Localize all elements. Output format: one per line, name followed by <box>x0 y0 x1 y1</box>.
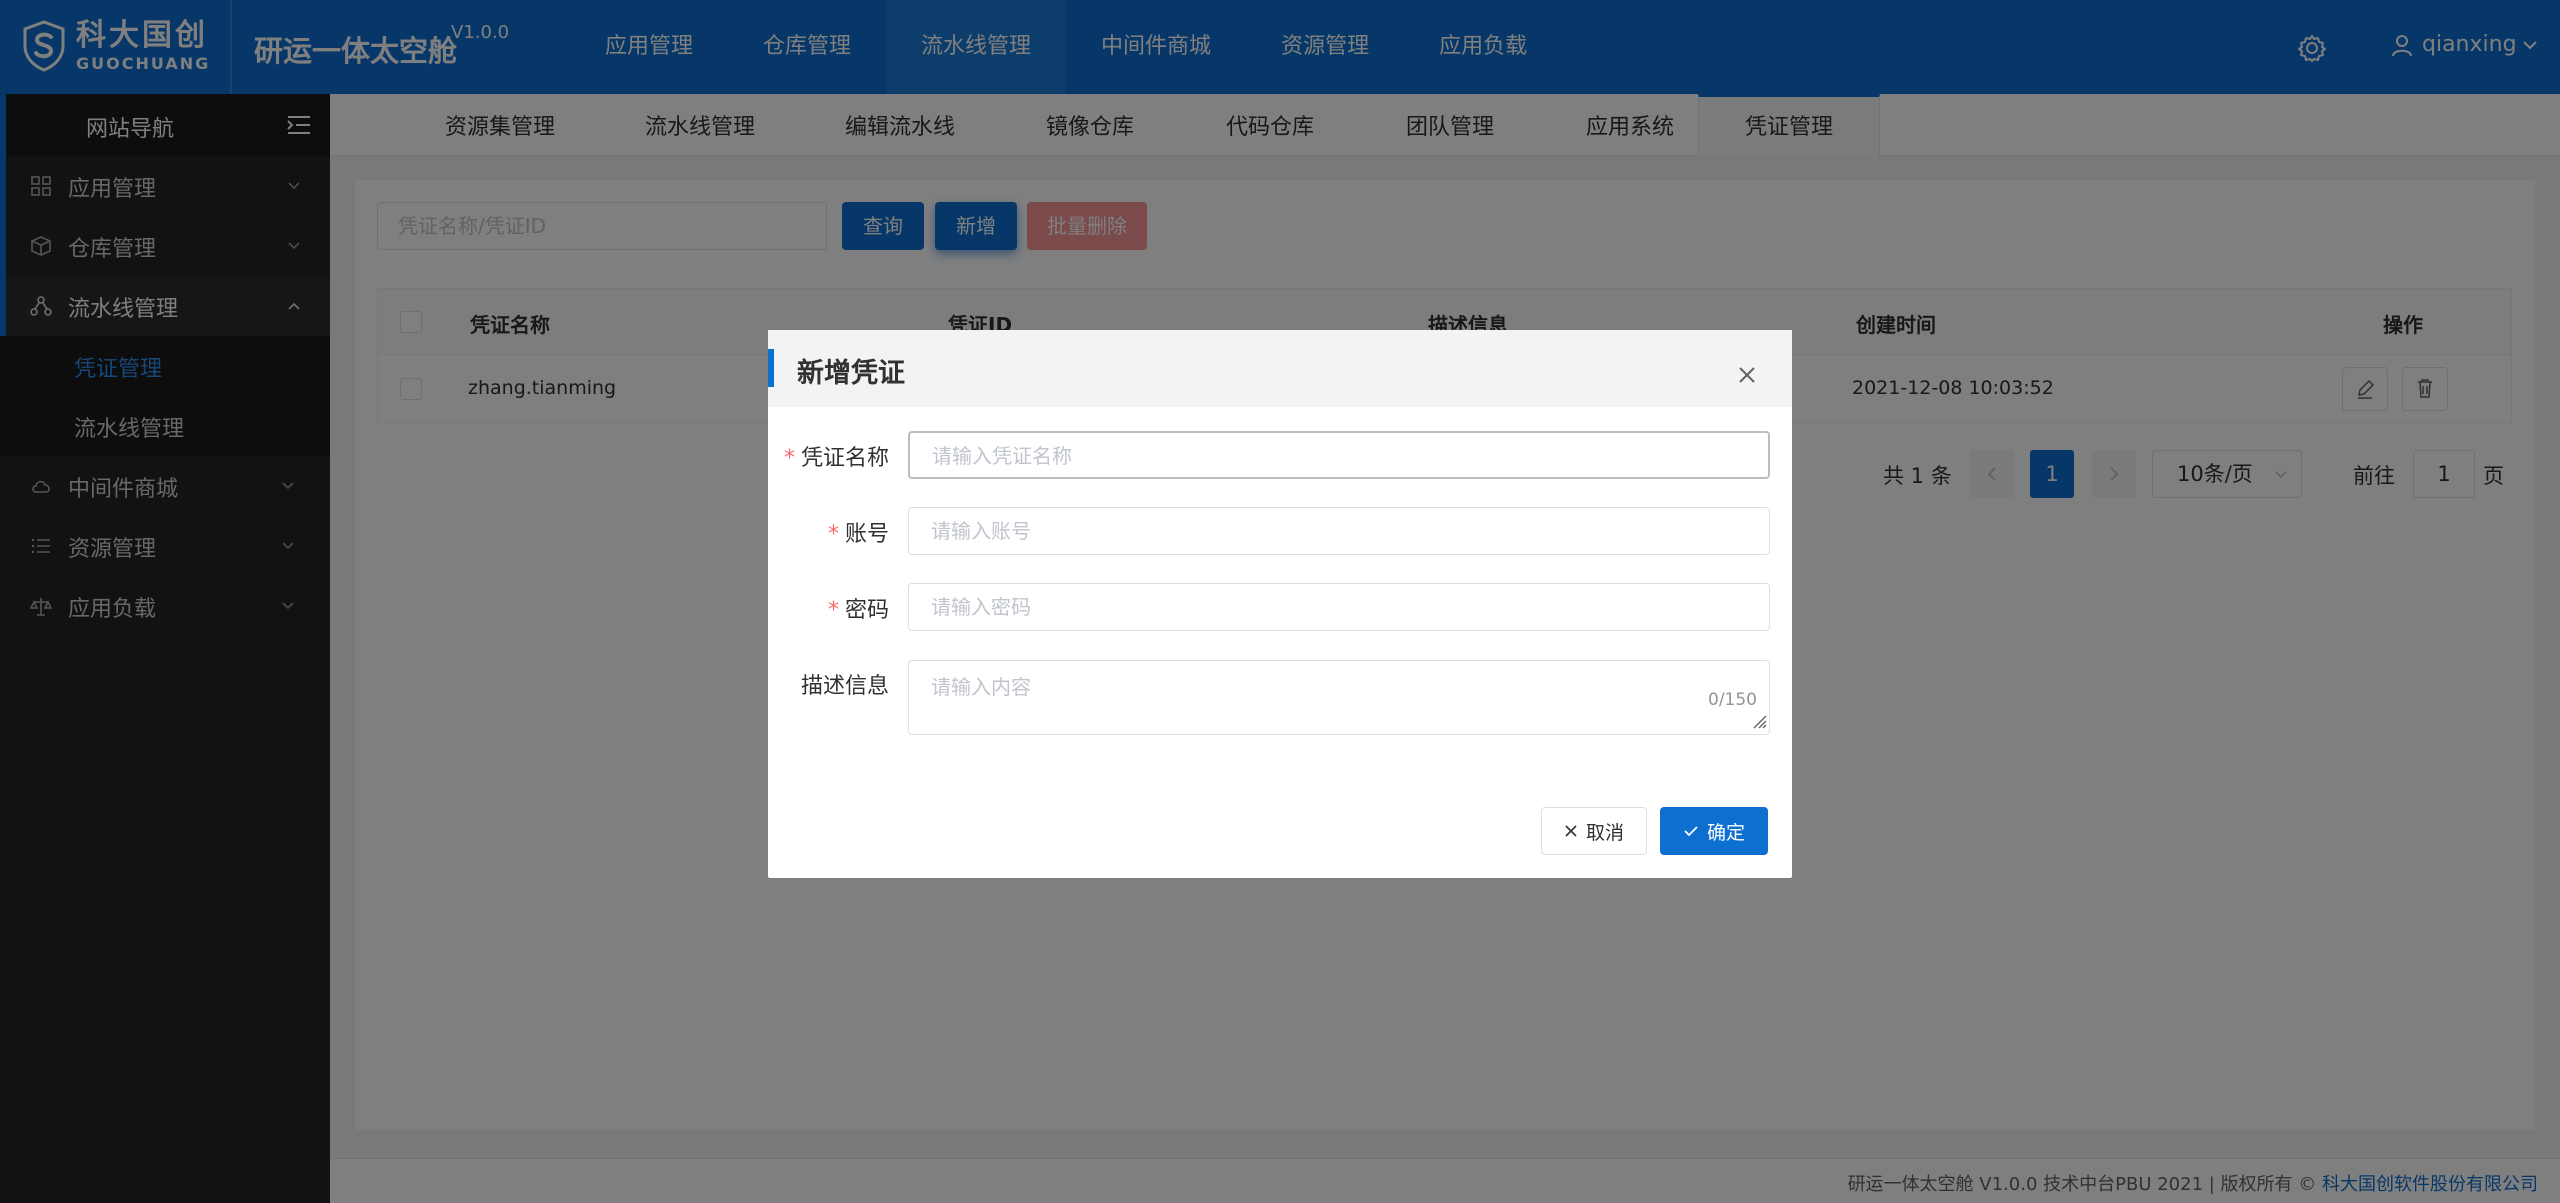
add-credential-dialog: 新增凭证 * 凭证名称 请输入凭证名称 * 账号 请输入账号 * 密码 请输入密码 描… <box>768 330 1792 878</box>
label-text: 凭证名称 <box>800 446 889 471</box>
account-input[interactable]: 请输入账号 <box>908 507 1770 555</box>
account-label: * 账号 <box>828 516 889 548</box>
password-label: * 密码 <box>828 592 889 624</box>
cancel-button[interactable]: 取消 <box>1541 807 1647 855</box>
confirm-button[interactable]: 确定 <box>1660 807 1768 855</box>
char-counter: 0/150 <box>1708 690 1757 710</box>
check-icon <box>1684 826 1698 837</box>
required-mark: * <box>783 446 795 471</box>
label-text: 账号 <box>844 522 889 547</box>
description-label: 描述信息 <box>800 674 889 699</box>
dialog-title: 新增凭证 <box>797 358 905 389</box>
close-icon <box>1565 825 1577 837</box>
confirm-label: 确定 <box>1706 821 1745 844</box>
required-mark: * <box>827 598 839 623</box>
cancel-label: 取消 <box>1585 821 1624 844</box>
dialog-accent-bar <box>768 349 774 387</box>
label-text: 密码 <box>844 598 889 623</box>
close-icon[interactable] <box>1736 364 1758 386</box>
description-textarea[interactable]: 请输入内容 <box>908 660 1770 735</box>
resize-handle-icon[interactable] <box>1749 711 1767 729</box>
credential-name-label: * 凭证名称 <box>784 440 889 472</box>
credential-name-input[interactable]: 请输入凭证名称 <box>908 431 1770 479</box>
dialog-header: 新增凭证 <box>768 330 1792 407</box>
required-mark: * <box>827 522 839 547</box>
password-input[interactable]: 请输入密码 <box>908 583 1770 631</box>
